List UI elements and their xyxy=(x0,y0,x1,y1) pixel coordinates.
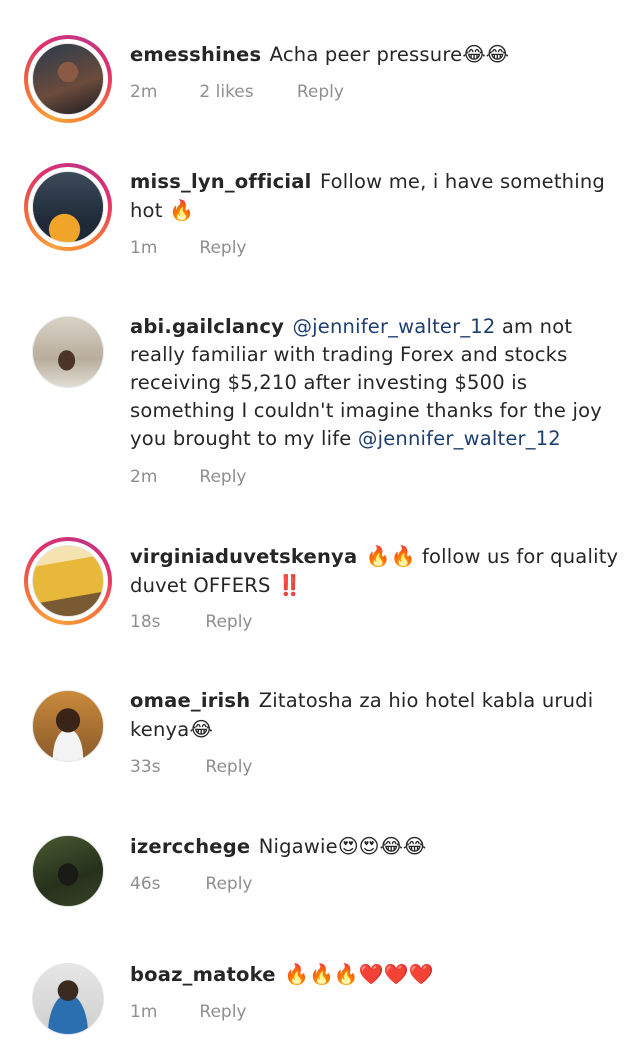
emoji: 😍😍😂😂 xyxy=(337,834,427,858)
username-link[interactable]: boaz_matoke xyxy=(130,963,276,986)
avatar xyxy=(32,171,104,243)
comment-text: virginiaduvetskenya 🔥🔥 follow us for qua… xyxy=(130,542,630,600)
comment-body: Nigawie xyxy=(258,835,338,858)
avatar-wrap[interactable] xyxy=(24,308,112,396)
comment-meta: 2m 2 likes Reply xyxy=(130,82,344,102)
story-ring-avatar[interactable] xyxy=(24,163,112,251)
username-link[interactable]: abi.gailclancy xyxy=(130,315,284,338)
timestamp: 18s xyxy=(130,612,161,632)
username-link[interactable]: izercchege xyxy=(130,835,250,858)
timestamp: 46s xyxy=(130,874,161,894)
timestamp: 2m xyxy=(130,467,158,487)
comment-body: Acha peer pressure xyxy=(269,43,463,66)
avatar xyxy=(32,963,104,1035)
reply-button[interactable]: Reply xyxy=(297,82,344,102)
story-ring-avatar[interactable] xyxy=(24,35,112,123)
reply-button[interactable]: Reply xyxy=(199,1002,246,1022)
comment-text: miss_lyn_official Follow me, i have some… xyxy=(130,168,620,225)
timestamp: 1m xyxy=(130,1002,158,1022)
comment-text: abi.gailclancy @jennifer_walter_12 am no… xyxy=(130,313,630,453)
comment-meta: 1m Reply xyxy=(130,238,247,258)
avatar-wrap[interactable] xyxy=(24,682,112,770)
comment-meta: 46s Reply xyxy=(130,874,253,894)
username-link[interactable]: miss_lyn_official xyxy=(130,170,312,193)
fire-heart-emoji: 🔥🔥🔥❤️❤️❤️ xyxy=(284,962,434,986)
comment-meta: 18s Reply xyxy=(130,612,253,632)
reply-button[interactable]: Reply xyxy=(199,467,246,487)
avatar xyxy=(32,43,104,115)
emoji: 😂😂 xyxy=(462,42,510,66)
timestamp: 1m xyxy=(130,238,158,258)
avatar xyxy=(32,835,104,907)
fire-emoji: 🔥 xyxy=(168,198,194,222)
timestamp: 33s xyxy=(130,757,161,777)
mention-link[interactable]: @jennifer_walter_12 xyxy=(292,315,495,338)
comment-text: boaz_matoke 🔥🔥🔥❤️❤️❤️ xyxy=(130,960,630,989)
avatar xyxy=(32,545,104,617)
reply-button[interactable]: Reply xyxy=(205,757,252,777)
avatar xyxy=(32,316,104,388)
reply-button[interactable]: Reply xyxy=(205,874,252,894)
username-link[interactable]: virginiaduvetskenya xyxy=(130,545,357,568)
comment-meta: 2m Reply xyxy=(130,467,247,487)
reply-button[interactable]: Reply xyxy=(199,238,246,258)
comment-meta: 33s Reply xyxy=(130,757,253,777)
avatar-wrap[interactable] xyxy=(24,827,112,915)
avatar-wrap[interactable] xyxy=(24,955,112,1043)
username-link[interactable]: emesshines xyxy=(130,43,261,66)
comment-text: izercchege Nigawie😍😍😂😂 xyxy=(130,832,630,861)
fire-emoji: 🔥🔥 xyxy=(365,544,416,568)
avatar xyxy=(32,690,104,762)
story-ring-avatar[interactable] xyxy=(24,537,112,625)
comment-text: emesshines Acha peer pressure😂😂 xyxy=(130,40,630,69)
reply-button[interactable]: Reply xyxy=(205,612,252,632)
exclamation-emoji: ‼️ xyxy=(276,573,302,597)
likes-count[interactable]: 2 likes xyxy=(199,82,291,102)
mention-link[interactable]: @jennifer_walter_12 xyxy=(358,427,561,450)
emoji: 😂 xyxy=(189,717,213,741)
username-link[interactable]: omae_irish xyxy=(130,689,250,712)
comment-text: omae_irish Zitatosha za hio hotel kabla … xyxy=(130,687,600,744)
comment-meta: 1m Reply xyxy=(130,1002,247,1022)
timestamp: 2m xyxy=(130,82,158,102)
